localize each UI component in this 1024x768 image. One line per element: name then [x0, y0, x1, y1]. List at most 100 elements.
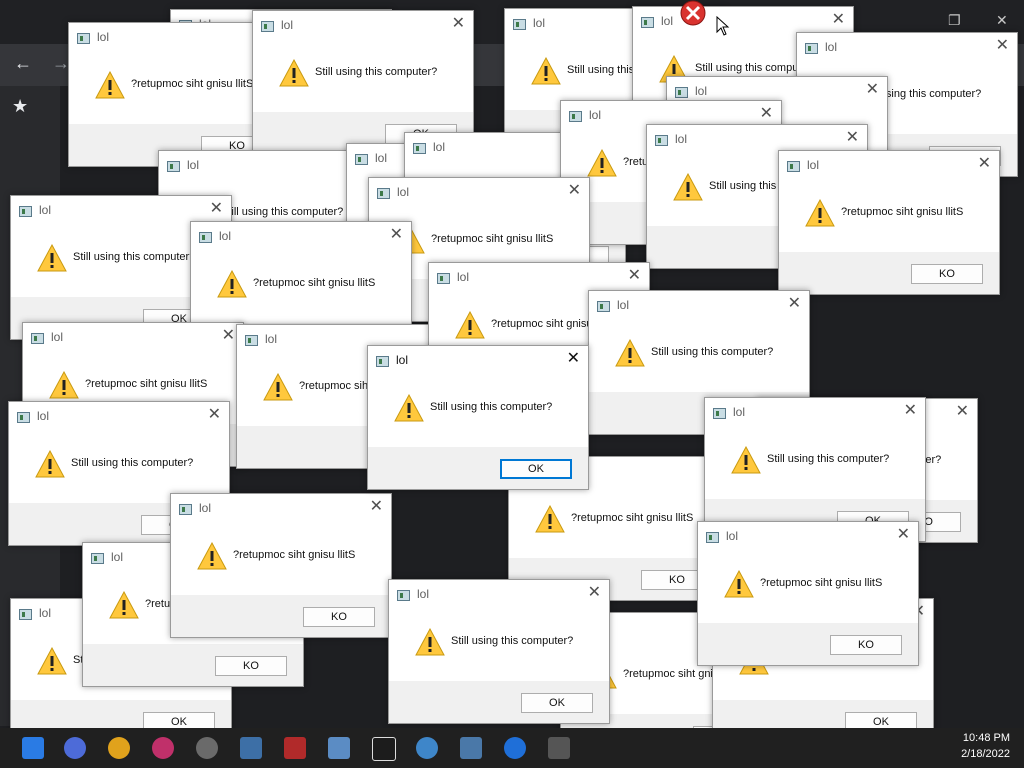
app-window-icon: [31, 333, 44, 344]
warning-triangle-icon: [731, 446, 761, 474]
close-icon[interactable]: ✕: [832, 11, 845, 29]
close-icon[interactable]: ✕: [628, 267, 641, 285]
ko-button[interactable]: KO: [303, 607, 375, 627]
warning-triangle-icon: [37, 647, 67, 675]
7zip-icon[interactable]: [372, 737, 396, 761]
window-close-icon[interactable]: ✕: [996, 12, 1008, 29]
dialog-footer: KO: [171, 595, 391, 637]
dialog-message: Still using this computer?: [430, 401, 553, 413]
warning-triangle-icon: [49, 371, 79, 399]
dialog-title: lol: [533, 16, 546, 30]
dialog-message: Still using this computer?: [451, 635, 574, 647]
close-icon[interactable]: ✕: [760, 105, 773, 123]
app-window-icon: [77, 33, 90, 44]
dialog-title: lol: [97, 30, 110, 44]
warning-triangle-icon: [37, 244, 67, 272]
dialog-title: lol: [675, 132, 688, 146]
close-icon[interactable]: ✕: [208, 406, 221, 424]
dialog-title: lol: [417, 587, 430, 601]
close-icon[interactable]: ✕: [904, 402, 917, 420]
close-icon[interactable]: ✕: [567, 350, 580, 368]
close-icon[interactable]: ✕: [897, 526, 910, 544]
close-icon[interactable]: ✕: [452, 15, 465, 33]
start-icon[interactable]: [22, 737, 44, 759]
close-icon[interactable]: ✕: [588, 584, 601, 602]
app-window-icon: [19, 206, 32, 217]
dialog-message: ?retupmoc siht gnisu llitS: [431, 233, 554, 245]
app-window-icon: [675, 87, 688, 98]
app-window-icon: [597, 301, 610, 312]
app-window-icon[interactable]: [240, 737, 262, 759]
dialog-title: lol: [661, 14, 674, 28]
paint-icon[interactable]: [416, 737, 438, 759]
app-window-icon: [397, 590, 410, 601]
close-icon[interactable]: ✕: [222, 327, 235, 345]
app-icon[interactable]: [548, 737, 570, 759]
clock-date[interactable]: 2/18/2022: [961, 748, 1010, 760]
app-window-icon: [355, 154, 368, 165]
dialog-message: Still using this computer?: [73, 251, 196, 263]
dialog-window[interactable]: lol ✕ ?retupmoc siht gnisu llitS KO: [697, 521, 919, 666]
app-window-icon: [413, 143, 426, 154]
star-icon[interactable]: ★: [12, 96, 28, 117]
clock-time[interactable]: 10:48 PM: [963, 732, 1010, 744]
dialog-title: lol: [733, 405, 746, 419]
ko-button[interactable]: KO: [215, 656, 287, 676]
ko-button[interactable]: KO: [911, 264, 983, 284]
dialog-footer: OK: [389, 681, 609, 723]
dialog-message: ?retupmoc siht gnisu llitS: [131, 78, 254, 90]
warning-triangle-icon: [455, 311, 485, 339]
app-icon[interactable]: [152, 737, 174, 759]
back-arrow-icon[interactable]: ←: [14, 53, 32, 74]
ko-button[interactable]: KO: [830, 635, 902, 655]
dialog-window-active[interactable]: lol ✕ Still using this computer? OK: [367, 345, 589, 490]
dialog-title: lol: [375, 151, 388, 165]
calculator-icon[interactable]: [460, 737, 482, 759]
dialog-title: lol: [825, 40, 838, 54]
close-icon[interactable]: ✕: [788, 295, 801, 313]
ok-button[interactable]: OK: [500, 459, 572, 479]
chrome-icon[interactable]: [108, 737, 130, 759]
notepad-icon[interactable]: [328, 737, 350, 759]
close-icon[interactable]: ✕: [846, 129, 859, 147]
search-icon[interactable]: [64, 737, 86, 759]
warning-triangle-icon: [394, 394, 424, 422]
dialog-title: lol: [807, 158, 820, 172]
settings-icon[interactable]: [196, 737, 218, 759]
dialog-message: ?retupmoc siht gnisu llitS: [85, 378, 208, 390]
close-icon[interactable]: ✕: [956, 403, 969, 421]
close-icon[interactable]: ✕: [866, 81, 879, 99]
game-icon[interactable]: [284, 737, 306, 759]
warning-triangle-icon: [673, 173, 703, 201]
app-window-icon: [706, 532, 719, 543]
dialog-window[interactable]: lol ✕ ?retupmoc siht gnisu llitS KO: [778, 150, 1000, 295]
dialog-message: Still using this computer?: [315, 66, 438, 78]
mouse-cursor-icon: [716, 16, 730, 36]
close-icon[interactable]: ✕: [370, 498, 383, 516]
close-icon[interactable]: ✕: [210, 200, 223, 218]
ok-button[interactable]: OK: [521, 693, 593, 713]
taskbar: 10:48 PM 2/18/2022: [0, 728, 1024, 768]
dialog-footer: KO: [83, 644, 303, 686]
dialog-title: lol: [397, 185, 410, 199]
app-window-icon: [655, 135, 668, 146]
dialog-window[interactable]: lol ✕ Still using this computer? OK: [388, 579, 610, 724]
app-window-icon: [513, 19, 526, 30]
close-icon[interactable]: ✕: [390, 226, 403, 244]
close-icon[interactable]: ✕: [568, 182, 581, 200]
app-window-icon: [167, 161, 180, 172]
dialog-message: Still using this computer?: [651, 346, 774, 358]
restore-icon[interactable]: ❐: [948, 12, 961, 29]
close-icon[interactable]: ✕: [996, 37, 1009, 55]
edge-icon[interactable]: [504, 737, 526, 759]
dialog-title: lol: [396, 353, 409, 367]
app-window-icon: [437, 273, 450, 284]
dialog-message: ?retupmoc siht gnisu llitS: [841, 206, 964, 218]
dialog-window[interactable]: lol ✕ ?retupmoc siht gnisu llitS KO: [170, 493, 392, 638]
warning-triangle-icon: [535, 505, 565, 533]
dialog-title: lol: [187, 158, 200, 172]
warning-triangle-icon: [415, 628, 445, 656]
warning-triangle-icon: [615, 339, 645, 367]
warning-triangle-icon: [197, 542, 227, 570]
close-icon[interactable]: ✕: [978, 155, 991, 173]
